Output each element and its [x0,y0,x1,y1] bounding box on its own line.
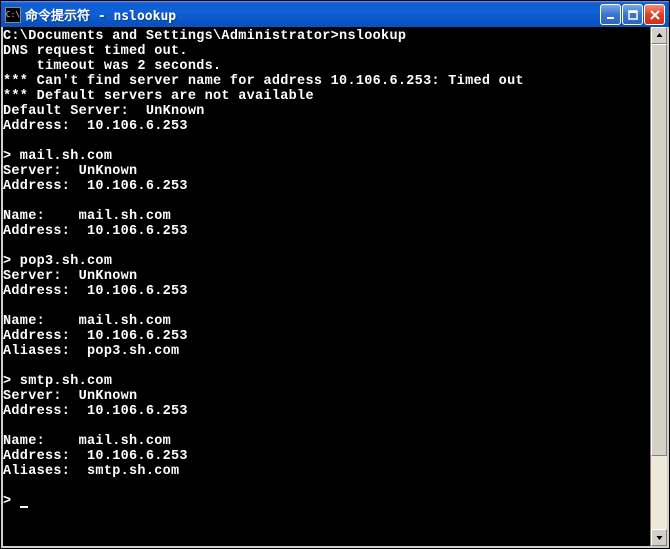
vertical-scrollbar[interactable] [650,27,667,546]
window-controls [600,4,665,25]
close-button[interactable] [644,4,665,25]
input-prompt[interactable]: > [3,494,20,509]
output-line: Aliases: smtp.sh.com [3,464,179,479]
output-line: Name: mail.sh.com [3,314,171,329]
cursor [20,506,28,508]
maximize-button[interactable] [622,4,643,25]
output-line: Address: 10.106.6.253 [3,284,188,299]
output-line: Address: 10.106.6.253 [3,119,188,134]
output-line: Address: 10.106.6.253 [3,224,188,239]
scroll-down-button[interactable] [651,529,667,546]
cmd-icon: C:\ [5,7,21,23]
output-line: Server: UnKnown [3,164,137,179]
output-line: Server: UnKnown [3,389,137,404]
console-container: C:\Documents and Settings\Administrator>… [1,27,669,548]
scrollbar-track[interactable] [651,44,667,529]
output-line: Name: mail.sh.com [3,209,171,224]
output-line: Name: mail.sh.com [3,434,171,449]
output-line: *** Default servers are not available [3,89,314,104]
query-prompt: > smtp.sh.com [3,374,112,389]
output-line: Default Server: UnKnown [3,104,205,119]
query-prompt: > pop3.sh.com [3,254,112,269]
output-line: Address: 10.106.6.253 [3,179,188,194]
output-line: Address: 10.106.6.253 [3,404,188,419]
output-line: Aliases: pop3.sh.com [3,344,179,359]
output-line: *** Can't find server name for address 1… [3,74,524,89]
minimize-button[interactable] [600,4,621,25]
window-title: 命令提示符 - nslookup [25,5,600,24]
titlebar[interactable]: C:\ 命令提示符 - nslookup [1,1,669,27]
prompt-line: C:\Documents and Settings\Administrator>… [3,29,406,44]
scroll-up-button[interactable] [651,27,667,44]
output-line: Address: 10.106.6.253 [3,329,188,344]
scrollbar-thumb[interactable] [651,44,667,456]
output-line: timeout was 2 seconds. [3,59,221,74]
output-line: Address: 10.106.6.253 [3,449,188,464]
query-prompt: > mail.sh.com [3,149,112,164]
output-line: Server: UnKnown [3,269,137,284]
output-line: DNS request timed out. [3,44,188,59]
console-output[interactable]: C:\Documents and Settings\Administrator>… [3,27,650,546]
